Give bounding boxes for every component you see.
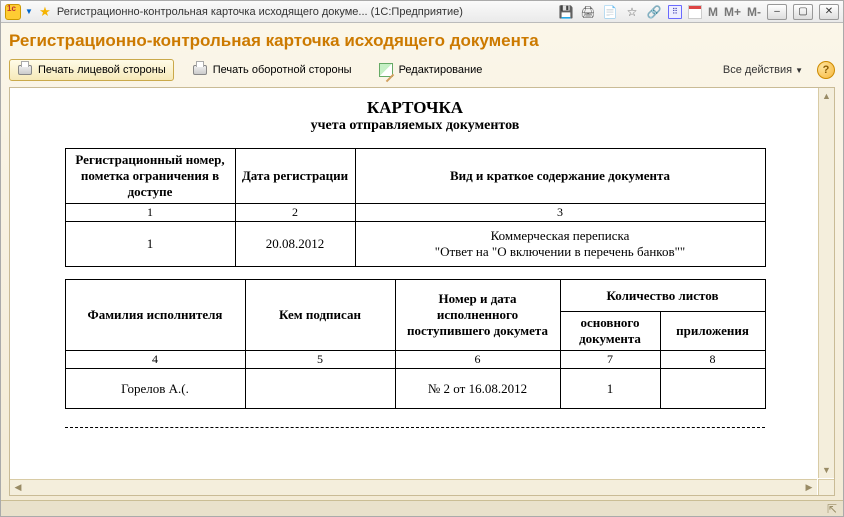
link-icon[interactable]: 🔗 xyxy=(646,4,662,20)
help-button[interactable]: ? xyxy=(817,61,835,79)
titlebar: ▼ ★ Регистрационно-контрольная карточка … xyxy=(1,1,843,23)
t2-colnum-5: 5 xyxy=(245,351,395,369)
t1-header-kind: Вид и краткое содержание документа xyxy=(355,149,765,204)
scroll-left-icon[interactable]: ◀ xyxy=(10,480,26,495)
calendar-icon[interactable] xyxy=(688,5,702,19)
t2-header-signed: Кем подписан xyxy=(245,280,395,351)
chevron-down-icon: ▼ xyxy=(795,66,803,75)
t2-value-main-sheets: 1 xyxy=(560,369,660,409)
minimize-button[interactable]: – xyxy=(767,4,787,20)
t2-header-executor: Фамилия исполнителя xyxy=(65,280,245,351)
favorite-star-icon[interactable]: ★ xyxy=(37,4,53,20)
memory-mplus-button[interactable]: M+ xyxy=(724,5,741,19)
t2-colnum-4: 4 xyxy=(65,351,245,369)
scroll-down-icon[interactable]: ▼ xyxy=(819,462,834,478)
t2-colnum-7: 7 xyxy=(560,351,660,369)
document-viewport[interactable]: КАРТОЧКА учета отправляемых документов Р… xyxy=(13,88,817,478)
scroll-right-icon[interactable]: ▶ xyxy=(801,480,817,495)
all-actions-dropdown[interactable]: Все действия ▼ xyxy=(723,64,803,76)
statusbar: ⇱ xyxy=(1,500,843,516)
t2-value-signed xyxy=(245,369,395,409)
dashed-separator xyxy=(65,427,765,428)
close-button[interactable]: ✕ xyxy=(819,4,839,20)
print-front-button[interactable]: Печать лицевой стороны xyxy=(9,59,174,81)
edit-label: Редактирование xyxy=(399,64,483,76)
card-table-1: Регистрационный номер, пометка ограничен… xyxy=(65,148,766,267)
t2-header-sheets: Количество листов xyxy=(560,280,765,312)
t1-value-kind: Коммерческая переписка "Ответ на "О вклю… xyxy=(355,222,765,267)
app-logo-icon xyxy=(5,4,21,20)
t1-header-regnum: Регистрационный номер, пометка ограничен… xyxy=(65,149,235,204)
edit-icon xyxy=(378,62,394,78)
resize-grip-icon[interactable]: ⇱ xyxy=(827,502,837,516)
t1-colnum-1: 1 xyxy=(65,204,235,222)
memory-mminus-button[interactable]: M- xyxy=(747,5,761,19)
print-back-label: Печать оборотной стороны xyxy=(213,64,352,76)
all-actions-label: Все действия xyxy=(723,64,792,76)
doc-title: КАРТОЧКА xyxy=(13,98,817,118)
horizontal-scrollbar[interactable]: ◀ ▶ xyxy=(10,479,817,495)
t2-value-executor: Горелов А.(. xyxy=(65,369,245,409)
scroll-corner xyxy=(818,479,834,495)
content-area: Регистрационно-контрольная карточка исхо… xyxy=(1,23,843,500)
bookmark-star-icon[interactable]: ☆ xyxy=(624,4,640,20)
t1-colnum-3: 3 xyxy=(355,204,765,222)
t1-kind-line1: Коммерческая переписка xyxy=(360,228,761,244)
printer-icon xyxy=(17,62,33,78)
t2-header-exec-docnum: Номер и дата исполненного поступившего д… xyxy=(395,280,560,351)
t1-colnum-2: 2 xyxy=(235,204,355,222)
titlebar-icons: 💾 🖨 📄 ☆ 🔗 ⠿ M M+ M- – ▢ ✕ xyxy=(558,4,839,20)
vertical-scrollbar[interactable]: ▲ ▼ xyxy=(818,88,834,478)
t2-value-attach-sheets xyxy=(660,369,765,409)
t2-header-attach-sheets: приложения xyxy=(660,312,765,351)
document-icon[interactable]: 📄 xyxy=(602,4,618,20)
save-disk-icon[interactable]: 💾 xyxy=(558,4,574,20)
t1-header-regdate: Дата регистрации xyxy=(235,149,355,204)
window-title: Регистрационно-контрольная карточка исхо… xyxy=(57,6,554,18)
t1-value-regnum: 1 xyxy=(65,222,235,267)
printer-icon xyxy=(192,62,208,78)
maximize-button[interactable]: ▢ xyxy=(793,4,813,20)
app-window: ▼ ★ Регистрационно-контрольная карточка … xyxy=(0,0,844,517)
doc-subtitle: учета отправляемых документов xyxy=(13,118,817,134)
t2-colnum-6: 6 xyxy=(395,351,560,369)
document-panel: КАРТОЧКА учета отправляемых документов Р… xyxy=(9,87,835,496)
t2-colnum-8: 8 xyxy=(660,351,765,369)
t1-value-regdate: 20.08.2012 xyxy=(235,222,355,267)
scroll-up-icon[interactable]: ▲ xyxy=(819,88,834,104)
t1-kind-line2: "Ответ на "О включении в перечень банков… xyxy=(360,244,761,260)
page-title: Регистрационно-контрольная карточка исхо… xyxy=(9,31,835,51)
t2-value-exec-docnum: № 2 от 16.08.2012 xyxy=(395,369,560,409)
t2-header-main-sheets: основного документа xyxy=(560,312,660,351)
print-icon[interactable]: 🖨 xyxy=(580,4,596,20)
edit-button[interactable]: Редактирование xyxy=(370,59,491,81)
card-table-2: Фамилия исполнителя Кем подписан Номер и… xyxy=(65,279,766,409)
print-front-label: Печать лицевой стороны xyxy=(38,64,166,76)
app-menu-dropdown-icon[interactable]: ▼ xyxy=(25,7,33,16)
print-back-button[interactable]: Печать оборотной стороны xyxy=(184,59,360,81)
memory-m-button[interactable]: M xyxy=(708,5,718,19)
calculator-icon[interactable]: ⠿ xyxy=(668,5,682,19)
toolbar: Печать лицевой стороны Печать оборотной … xyxy=(9,59,835,81)
